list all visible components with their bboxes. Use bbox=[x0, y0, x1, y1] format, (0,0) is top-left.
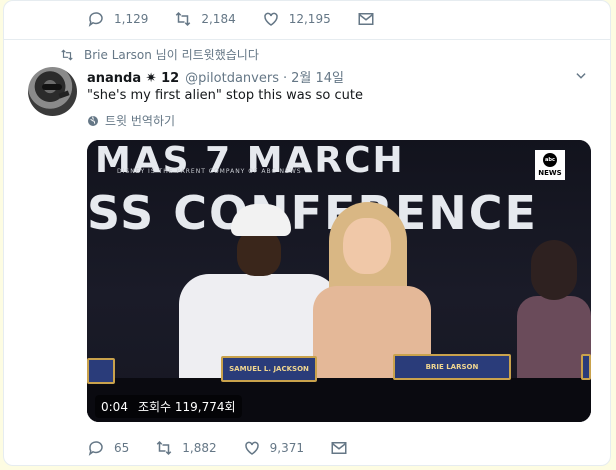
translate-link[interactable]: 트윗 번역하기 bbox=[87, 112, 175, 129]
tweet-date[interactable]: 2월 14일 bbox=[291, 67, 344, 86]
globe-icon bbox=[88, 115, 98, 126]
video-views: 조회수 119,774회 bbox=[137, 400, 236, 414]
abc-logo-circle: abc bbox=[543, 153, 557, 167]
retweet-icon bbox=[176, 11, 191, 27]
like-button[interactable]: 12,195 bbox=[262, 10, 331, 28]
nameplate-edge-left bbox=[87, 358, 115, 384]
avatar-microphone bbox=[58, 90, 70, 99]
abc-logo-text: NEWS bbox=[538, 169, 562, 177]
heart-icon bbox=[244, 441, 259, 455]
display-name[interactable]: ananda ✷ 12 bbox=[87, 71, 179, 86]
video-person-right bbox=[517, 240, 591, 390]
tweet-card: 1,129 2,184 12,195 Brie Larson 님이 리트윗했습니… bbox=[3, 0, 611, 466]
reply-count: 1,129 bbox=[114, 12, 149, 26]
avatar[interactable] bbox=[28, 67, 77, 116]
like-count: 12,195 bbox=[288, 12, 331, 26]
nameplate-samuel: SAMUEL L. JACKSON bbox=[221, 356, 317, 382]
tweet-text: "she's my first alien" stop this was so … bbox=[87, 88, 363, 103]
abc-news-logo: abc NEWS bbox=[535, 150, 565, 180]
like-count: 9,371 bbox=[269, 441, 304, 455]
retweet-button[interactable]: 1,882 bbox=[155, 439, 217, 457]
video-duration: 0:04 bbox=[101, 399, 128, 414]
video-meta-badge: 0:04 조회수 119,774회 bbox=[95, 395, 242, 418]
tweet-header: ananda ✷ 12 @pilotdanvers · 2월 14일 bbox=[87, 67, 344, 86]
message-button[interactable] bbox=[357, 10, 384, 28]
retweet-count: 2,184 bbox=[201, 12, 236, 26]
heart-icon bbox=[263, 12, 278, 26]
envelope-icon bbox=[331, 442, 347, 454]
retweet-count: 1,882 bbox=[182, 441, 217, 455]
message-button[interactable] bbox=[330, 439, 357, 457]
reply-icon bbox=[88, 441, 103, 456]
video-player[interactable]: MAS 7 MARCH DISNEY IS THE PARENT COMPANY… bbox=[87, 140, 591, 422]
like-button[interactable]: 9,371 bbox=[243, 439, 304, 457]
reply-count: 65 bbox=[114, 441, 130, 455]
retweet-icon bbox=[157, 440, 172, 456]
nameplate-brie: BRIE LARSON bbox=[393, 354, 511, 380]
user-handle[interactable]: @pilotdanvers bbox=[185, 71, 279, 86]
top-action-bar: 1,129 2,184 12,195 bbox=[87, 10, 410, 28]
reply-button[interactable]: 1,129 bbox=[87, 10, 148, 28]
reply-icon bbox=[88, 12, 103, 27]
tweet-divider bbox=[4, 39, 610, 40]
nameplate-edge-right bbox=[581, 354, 591, 380]
video-banner-small: DISNEY IS THE PARENT COMPANY OF ABC NEWS bbox=[117, 168, 302, 175]
header-separator: · bbox=[282, 71, 288, 86]
retweet-notice[interactable]: Brie Larson 님이 리트윗했습니다 bbox=[60, 46, 259, 63]
retweet-notice-text: Brie Larson 님이 리트윗했습니다 bbox=[84, 48, 259, 62]
bottom-action-bar: 65 1,882 9,371 bbox=[87, 439, 383, 457]
avatar-sunglasses bbox=[42, 84, 62, 90]
translate-label: 트윗 번역하기 bbox=[105, 114, 176, 128]
envelope-icon bbox=[358, 13, 374, 25]
retweet-button[interactable]: 2,184 bbox=[174, 10, 236, 28]
chevron-down-icon[interactable] bbox=[574, 69, 588, 83]
reply-button[interactable]: 65 bbox=[87, 439, 129, 457]
retweet-small-icon bbox=[61, 49, 73, 60]
